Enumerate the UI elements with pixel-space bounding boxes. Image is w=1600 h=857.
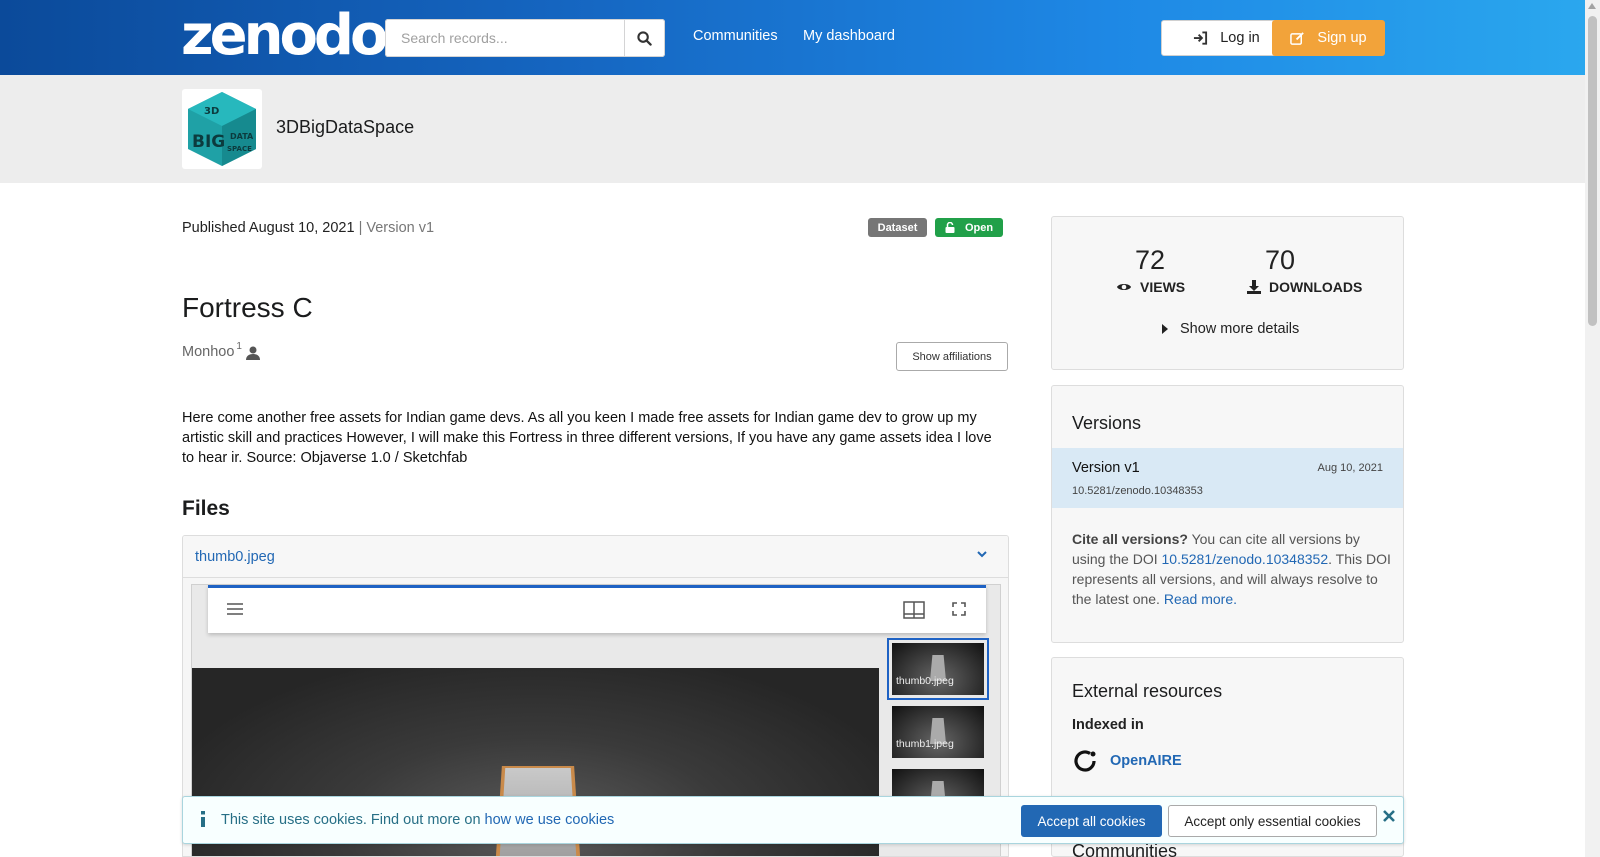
views-label: VIEWS bbox=[1116, 279, 1185, 295]
signup-label: Sign up bbox=[1317, 30, 1367, 46]
menu-icon[interactable] bbox=[226, 602, 244, 616]
versions-card: Versions Version v1 Aug 10, 2021 10.5281… bbox=[1051, 385, 1404, 643]
indexed-in-label: Indexed in bbox=[1072, 717, 1144, 733]
community-logo[interactable]: 3D BIG DATA SPACE bbox=[182, 89, 262, 169]
creator: Monhoo 1 bbox=[182, 341, 260, 360]
download-icon bbox=[1247, 280, 1261, 294]
cookie-message: This site uses cookies. Find out more on… bbox=[221, 812, 614, 828]
read-more-link[interactable]: Read more. bbox=[1164, 591, 1237, 607]
edit-icon bbox=[1290, 31, 1305, 45]
cookie-banner: This site uses cookies. Find out more on… bbox=[182, 796, 1404, 844]
openaire-link[interactable]: OpenAIRE bbox=[1072, 748, 1182, 774]
files-heading: Files bbox=[182, 497, 230, 520]
fullscreen-icon[interactable] bbox=[952, 602, 966, 616]
community-logo-image: 3D BIG DATA SPACE bbox=[188, 92, 256, 166]
thumbnail-1[interactable]: thumb1.jpeg bbox=[892, 706, 984, 758]
logo-text-data: DATA bbox=[230, 132, 254, 141]
show-more-details-label: Show more details bbox=[1180, 321, 1300, 337]
scrollbar-thumb[interactable] bbox=[1588, 16, 1597, 326]
eye-icon bbox=[1117, 284, 1131, 290]
community-name[interactable]: 3DBigDataSpace bbox=[276, 117, 414, 138]
scroll-up-arrow[interactable] bbox=[1588, 3, 1596, 9]
version-row-v1[interactable]: Version v1 Aug 10, 2021 10.5281/zenodo.1… bbox=[1052, 448, 1403, 508]
file-preview-header[interactable]: thumb0.jpeg bbox=[183, 536, 1008, 578]
record-description: Here come another free assets for Indian… bbox=[182, 410, 992, 466]
info-icon bbox=[201, 811, 205, 827]
community-banner: 3D BIG DATA SPACE 3DBigDataSpace bbox=[0, 75, 1585, 183]
signup-button[interactable]: Sign up bbox=[1272, 20, 1385, 56]
openaire-icon bbox=[1074, 750, 1096, 772]
cite-bold: Cite all versions? bbox=[1072, 531, 1188, 547]
search-input[interactable] bbox=[385, 19, 625, 57]
access-badge: Open bbox=[935, 218, 1003, 237]
openaire-label: OpenAIRE bbox=[1110, 753, 1182, 769]
views-label-text: VIEWS bbox=[1140, 279, 1186, 295]
sign-in-icon bbox=[1194, 31, 1208, 45]
thumbnail-label: thumb1.jpeg bbox=[896, 738, 954, 750]
version-date: Aug 10, 2021 bbox=[1317, 462, 1383, 474]
show-affiliations-button[interactable]: Show affiliations bbox=[896, 342, 1008, 371]
unlock-icon bbox=[945, 222, 955, 233]
user-icon bbox=[245, 346, 260, 360]
concept-doi-link[interactable]: 10.5281/zenodo.10348352 bbox=[1162, 551, 1329, 567]
downloads-label: DOWNLOADS bbox=[1247, 279, 1362, 295]
search-form bbox=[385, 19, 665, 57]
cookie-policy-link[interactable]: how we use cookies bbox=[485, 812, 615, 828]
logo-text-3d: 3D bbox=[204, 106, 219, 117]
downloads-label-text: DOWNLOADS bbox=[1269, 279, 1363, 295]
logo-text-space: SPACE bbox=[227, 145, 252, 153]
downloads-count: 70 bbox=[1265, 245, 1296, 275]
creator-affiliation-index: 1 bbox=[236, 341, 242, 352]
search-icon bbox=[637, 30, 652, 46]
cookie-text: This site uses cookies. Find out more on bbox=[221, 812, 485, 828]
version-label: | Version v1 bbox=[358, 220, 435, 236]
stats-card: 72 VIEWS 70 DOWNLOADS Show more details bbox=[1051, 216, 1404, 370]
chevron-down-icon[interactable] bbox=[976, 548, 988, 560]
close-icon[interactable] bbox=[1383, 810, 1395, 822]
zenodo-logo[interactable]: zenodo bbox=[181, 6, 388, 66]
resource-type-badge: Dataset bbox=[868, 218, 927, 237]
record-title: Fortress C bbox=[182, 292, 313, 323]
versions-heading: Versions bbox=[1072, 413, 1142, 433]
thumbnail-label: thumb0.jpeg bbox=[896, 675, 954, 687]
page-scrollbar[interactable] bbox=[1585, 0, 1600, 857]
login-label: Log in bbox=[1220, 30, 1260, 46]
accept-essential-cookies-button[interactable]: Accept only essential cookies bbox=[1168, 805, 1377, 837]
external-resources-heading: External resources bbox=[1072, 681, 1223, 701]
nav-communities[interactable]: Communities bbox=[693, 28, 778, 44]
nav-my-dashboard[interactable]: My dashboard bbox=[803, 28, 895, 44]
viewer-toolbar bbox=[208, 585, 986, 633]
top-navbar: zenodo Communities My dashboard Log in S… bbox=[0, 0, 1585, 75]
accept-all-cookies-button[interactable]: Accept all cookies bbox=[1021, 805, 1162, 837]
show-more-details-toggle[interactable]: Show more details bbox=[1162, 321, 1299, 337]
search-button[interactable] bbox=[624, 19, 665, 57]
views-count: 72 bbox=[1135, 245, 1166, 275]
caret-right-icon bbox=[1162, 324, 1168, 334]
creator-name[interactable]: Monhoo bbox=[182, 344, 234, 360]
access-label: Open bbox=[964, 221, 994, 234]
version-doi: 10.5281/zenodo.10348353 bbox=[1072, 485, 1203, 497]
file-name-link[interactable]: thumb0.jpeg bbox=[195, 549, 275, 565]
version-name[interactable]: Version v1 bbox=[1072, 460, 1140, 476]
book-view-icon[interactable] bbox=[903, 601, 925, 619]
logo-text-big: BIG bbox=[192, 132, 225, 152]
cite-all-versions: Cite all versions? You can cite all vers… bbox=[1072, 529, 1392, 609]
published-date: Published August 10, 2021 bbox=[182, 220, 355, 236]
publication-info: Published August 10, 2021 | Version v1 bbox=[182, 220, 434, 236]
thumbnail-0[interactable]: thumb0.jpeg bbox=[887, 638, 989, 700]
